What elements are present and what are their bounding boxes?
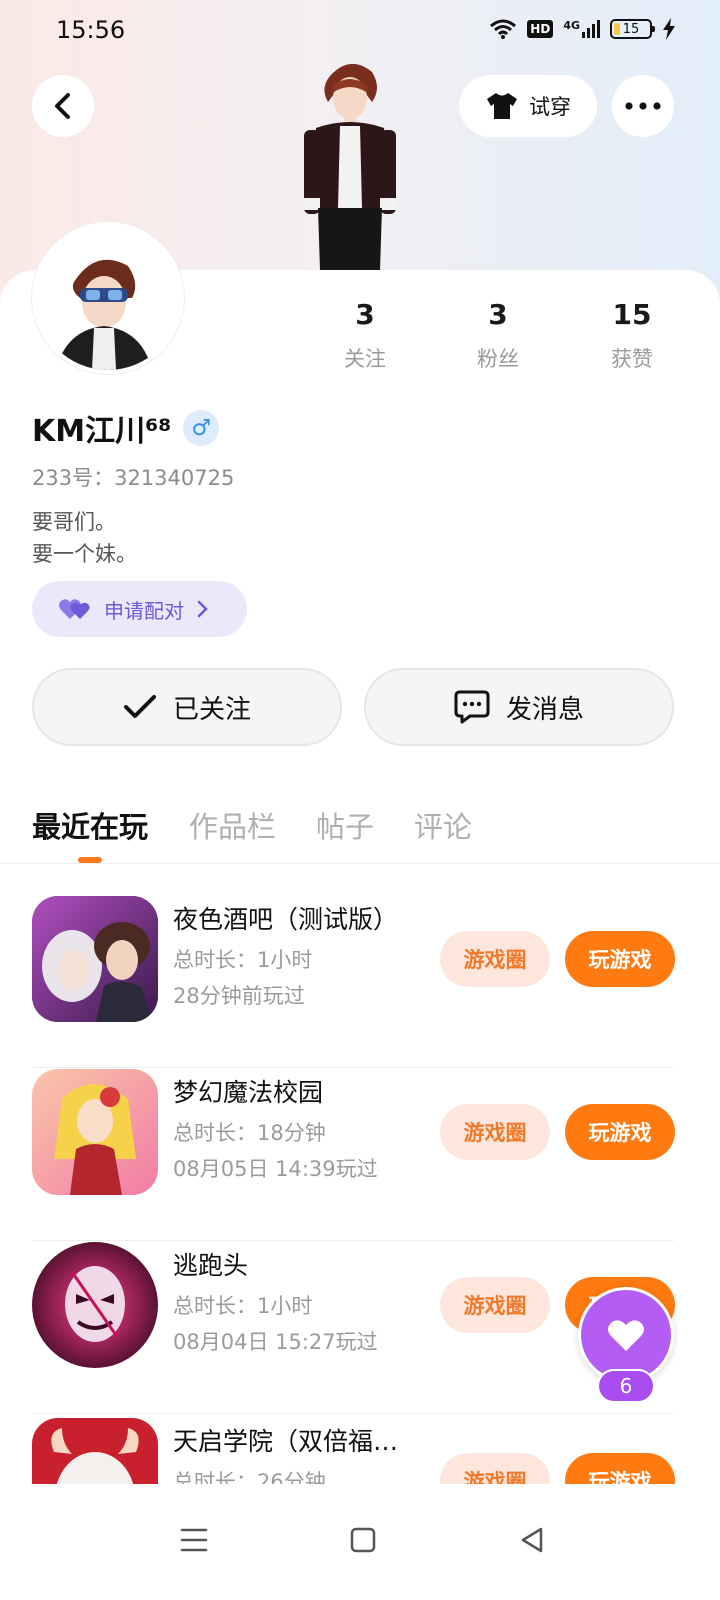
game-last-played: 08月04日 15:27玩过: [173, 1330, 378, 1354]
stat-likes[interactable]: 15 获赞: [572, 298, 692, 373]
male-gender-icon: ♂: [183, 410, 220, 446]
stat-following-label: 关注: [344, 347, 386, 371]
stat-fans-value: 3: [488, 298, 508, 331]
try-on-label: 试穿: [529, 95, 571, 119]
game-meta: 总时长：18分钟 08月05日 14:39玩过: [173, 1115, 378, 1187]
avatar[interactable]: [32, 222, 184, 374]
battery-icon: 15: [610, 19, 655, 39]
checkmark-icon: [123, 695, 156, 718]
send-message-label: 发消息: [505, 694, 584, 725]
home-square-icon: [350, 1527, 376, 1553]
tab-recently-played[interactable]: 最近在玩: [32, 804, 148, 846]
menu-nav-button[interactable]: [174, 1520, 214, 1560]
system-navigation-bar: [0, 1484, 720, 1600]
tab-works[interactable]: 作品栏: [189, 804, 276, 846]
profile-tabs: 最近在玩 作品栏 帖子 评论: [0, 800, 720, 864]
charging-icon: [663, 18, 675, 40]
more-dots-icon: [625, 102, 661, 110]
game-meta: 总时长：1小时 08月04日 15:27玩过: [173, 1288, 378, 1360]
apply-pair-button[interactable]: 申请配对: [32, 581, 247, 637]
hd-icon: HD: [527, 20, 554, 38]
followed-button[interactable]: 已关注: [32, 668, 342, 746]
play-game-button[interactable]: 玩游戏: [565, 931, 675, 987]
game-last-played: 08月05日 14:39玩过: [173, 1157, 378, 1181]
stat-fans-label: 粉丝: [477, 347, 519, 371]
menu-icon: [180, 1528, 208, 1552]
list-item[interactable]: 夜色酒吧（测试版） 总时长：1小时 28分钟前玩过 游戏圈 玩游戏: [32, 896, 675, 1068]
user-id: 233号：321340725: [32, 466, 235, 490]
double-heart-icon: [59, 599, 90, 619]
game-name: 天启学院（双倍福…: [173, 1427, 399, 1456]
status-bar: 15:56 HD 4G 15: [0, 0, 720, 64]
signal-icon: 4G: [563, 19, 600, 38]
game-icon-night-bar: [32, 896, 158, 1022]
avatar-3d-figure: [304, 63, 396, 270]
game-circle-button[interactable]: 游戏圈: [440, 1277, 550, 1333]
status-icons: HD 4G 15: [489, 18, 676, 40]
chevron-right-icon: [197, 600, 208, 618]
game-icon-magic-campus: [32, 1069, 158, 1195]
username: KM江川⁶⁸: [32, 414, 172, 449]
game-last-played: 28分钟前玩过: [173, 984, 305, 1008]
tshirt-icon: [487, 93, 517, 119]
back-nav-button[interactable]: [512, 1520, 552, 1560]
game-name: 夜色酒吧（测试版）: [173, 905, 399, 934]
game-icon-escape-head: [32, 1242, 158, 1368]
game-duration: 总时长：1小时: [173, 1294, 313, 1318]
home-nav-button[interactable]: [343, 1520, 383, 1560]
tab-comments[interactable]: 评论: [414, 804, 472, 846]
username-row: KM江川⁶⁸ ♂: [32, 406, 220, 450]
stat-following-value: 3: [355, 298, 375, 331]
game-name: 逃跑头: [173, 1251, 249, 1280]
game-name: 梦幻魔法校园: [173, 1078, 324, 1107]
chevron-left-icon: [55, 93, 70, 119]
tab-posts[interactable]: 帖子: [316, 804, 374, 846]
heart-icon: [608, 1320, 644, 1351]
game-circle-button[interactable]: 游戏圈: [440, 931, 550, 987]
active-tab-indicator: [78, 857, 102, 863]
avatar-image: [36, 226, 180, 370]
game-duration: 总时长：1小时: [173, 948, 313, 972]
back-button[interactable]: [32, 75, 94, 137]
stat-fans[interactable]: 3 粉丝: [438, 298, 558, 373]
play-game-button[interactable]: 玩游戏: [565, 1104, 675, 1160]
followed-label: 已关注: [172, 694, 251, 725]
battery-level: 15: [622, 21, 640, 37]
stat-likes-label: 获赞: [611, 347, 653, 371]
bio-line: 要哥们。: [32, 510, 116, 534]
send-message-button[interactable]: 发消息: [364, 668, 674, 746]
bio-line: 要一个妹。: [32, 542, 137, 566]
list-item[interactable]: 梦幻魔法校园 总时长：18分钟 08月05日 14:39玩过 游戏圈 玩游戏: [32, 1069, 675, 1241]
chat-bubble-icon: [454, 690, 490, 724]
bio: 要哥们。 要一个妹。: [32, 506, 137, 570]
stat-likes-value: 15: [612, 298, 652, 331]
more-options-button[interactable]: [612, 75, 674, 137]
like-count-badge: 6: [597, 1369, 655, 1403]
status-time: 15:56: [56, 16, 126, 44]
game-circle-button[interactable]: 游戏圈: [440, 1104, 550, 1160]
wifi-icon: [490, 19, 517, 39]
apply-pair-label: 申请配对: [104, 598, 184, 623]
try-on-button[interactable]: 试穿: [459, 75, 597, 137]
stat-following[interactable]: 3 关注: [305, 298, 425, 373]
back-triangle-icon: [521, 1527, 543, 1553]
game-duration: 总时长：18分钟: [173, 1121, 326, 1145]
game-meta: 总时长：1小时 28分钟前玩过: [173, 942, 312, 1014]
network-label: 4G: [563, 19, 580, 32]
